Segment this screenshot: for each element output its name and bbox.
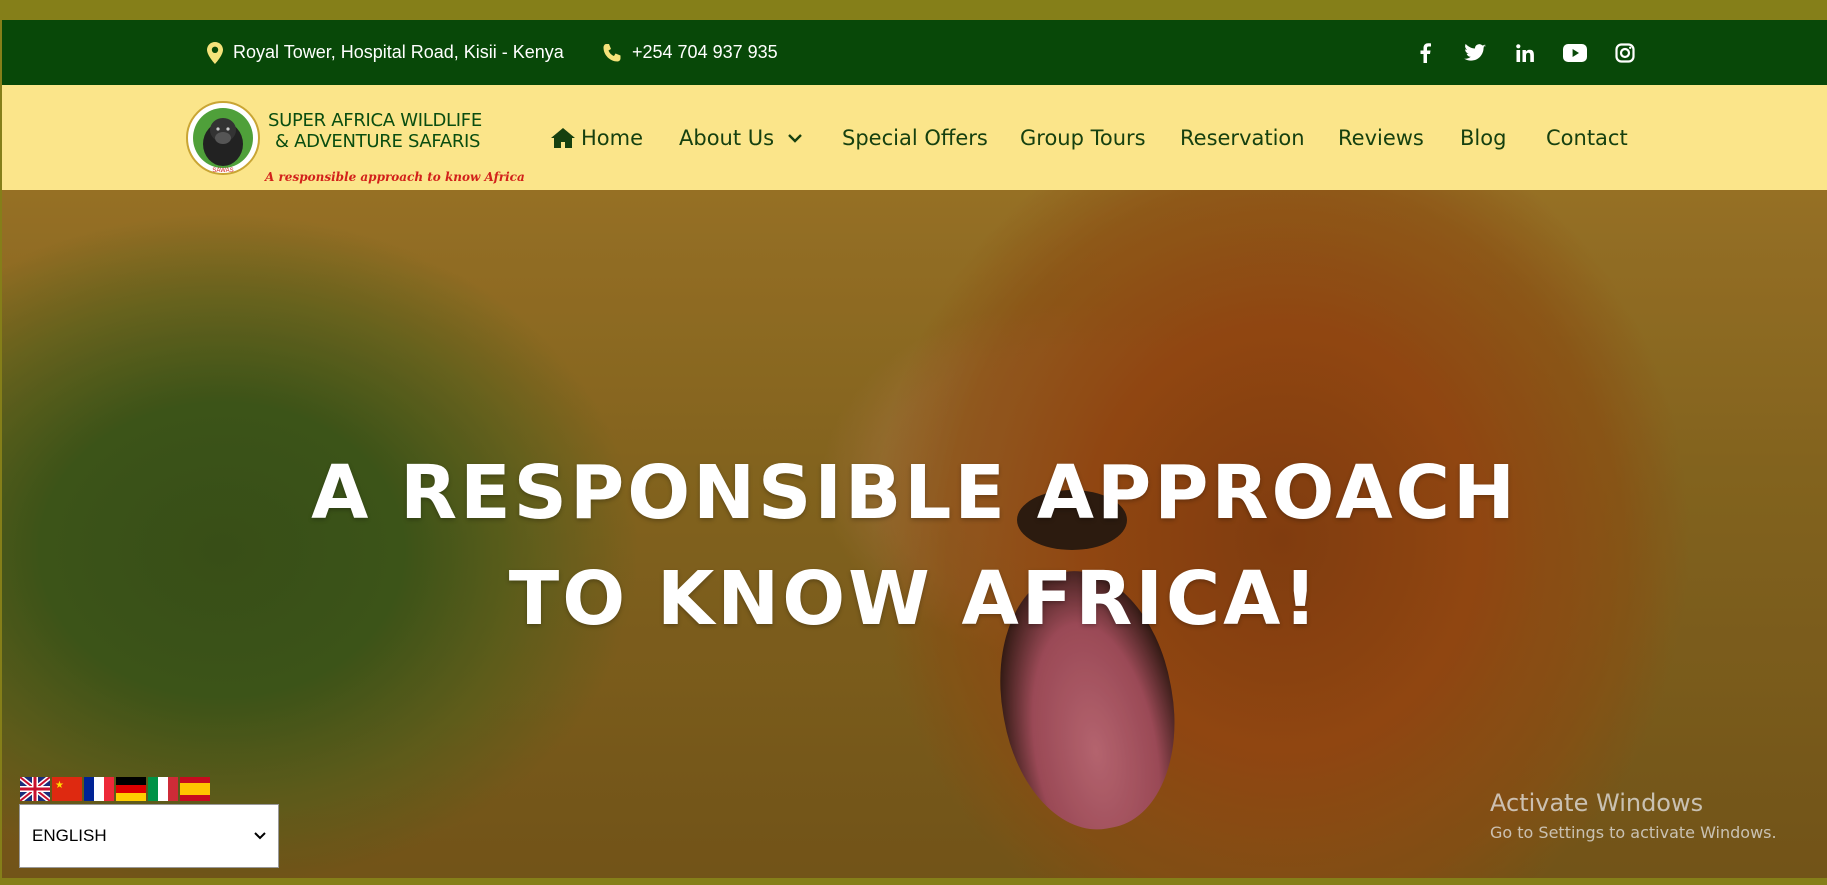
nav-home[interactable]: Home xyxy=(551,85,643,190)
nav-about-us[interactable]: About Us xyxy=(679,85,802,190)
language-flags: ★ xyxy=(20,777,212,801)
phone-icon xyxy=(603,43,621,61)
linkedin-icon[interactable] xyxy=(1500,43,1550,62)
svg-text:SAWAS: SAWAS xyxy=(212,168,233,174)
language-select[interactable]: ENGLISH xyxy=(19,804,279,868)
de-flag[interactable] xyxy=(116,777,146,801)
nav-blog-label: Blog xyxy=(1460,125,1507,150)
social-links xyxy=(1400,20,1650,85)
location-pin-icon xyxy=(207,41,223,64)
chevron-down-icon xyxy=(254,832,266,840)
nav-reviews-label: Reviews xyxy=(1338,125,1424,150)
instagram-icon[interactable] xyxy=(1600,42,1650,63)
gorilla-logo-icon: SAWAS xyxy=(186,101,260,175)
home-icon xyxy=(551,127,575,148)
twitter-icon[interactable] xyxy=(1450,43,1500,62)
hero-headline: A RESPONSIBLE APPROACH TO KNOW AFRICA! xyxy=(2,440,1827,652)
phone-item[interactable]: +254 704 937 935 xyxy=(602,20,778,85)
es-flag[interactable] xyxy=(180,777,210,801)
nav-blog[interactable]: Blog xyxy=(1460,85,1506,190)
main-navbar: SAWAS SUPER AFRICA WILDLIFE & ADVENTURE … xyxy=(2,85,1827,190)
facebook-icon[interactable] xyxy=(1400,42,1450,63)
nav-group-label: Group Tours xyxy=(1020,125,1146,150)
top-contact-bar: Royal Tower, Hospital Road, Kisii - Keny… xyxy=(2,20,1827,85)
nav-group-tours[interactable]: Group Tours xyxy=(1020,85,1146,190)
hero-banner: A RESPONSIBLE APPROACH TO KNOW AFRICA! xyxy=(2,190,1827,878)
youtube-icon[interactable] xyxy=(1550,43,1600,62)
svg-text:★: ★ xyxy=(55,780,64,791)
address-text: Royal Tower, Hospital Road, Kisii - Keny… xyxy=(233,42,564,62)
it-flag[interactable] xyxy=(148,777,178,801)
phone-text: +254 704 937 935 xyxy=(632,42,778,62)
nav-contact-label: Contact xyxy=(1546,125,1628,150)
nav-contact[interactable]: Contact xyxy=(1546,85,1628,190)
address-item: Royal Tower, Hospital Road, Kisii - Keny… xyxy=(207,20,564,85)
logo-line-1: SUPER AFRICA WILDLIFE xyxy=(268,110,482,131)
bottom-border xyxy=(0,878,1827,885)
nav-home-label: Home xyxy=(581,125,644,150)
nav-special-offers[interactable]: Special Offers xyxy=(842,85,988,190)
logo-line-2: & ADVENTURE SAFARIS xyxy=(275,131,481,152)
language-selected-value: ENGLISH xyxy=(32,826,107,845)
en-flag[interactable] xyxy=(20,777,50,801)
hero-line-2: TO KNOW AFRICA! xyxy=(508,556,1321,642)
fr-flag[interactable] xyxy=(84,777,114,801)
cn-flag[interactable]: ★ xyxy=(52,777,82,801)
activate-windows-subtitle: Go to Settings to activate Windows. xyxy=(1490,823,1777,842)
chevron-down-icon xyxy=(788,133,802,143)
site-logo[interactable]: SAWAS SUPER AFRICA WILDLIFE & ADVENTURE … xyxy=(185,100,525,184)
nav-offers-label: Special Offers xyxy=(842,125,988,150)
nav-reservation[interactable]: Reservation xyxy=(1180,85,1305,190)
logo-tagline: A responsible approach to know Africa xyxy=(265,170,525,184)
nav-about-label: About Us xyxy=(679,125,775,150)
nav-reservation-label: Reservation xyxy=(1180,125,1305,150)
logo-title: SUPER AFRICA WILDLIFE & ADVENTURE SAFARI… xyxy=(268,110,482,152)
hero-line-1: A RESPONSIBLE APPROACH xyxy=(311,450,1518,536)
nav-reviews[interactable]: Reviews xyxy=(1338,85,1424,190)
activate-windows-title: Activate Windows xyxy=(1490,789,1704,817)
